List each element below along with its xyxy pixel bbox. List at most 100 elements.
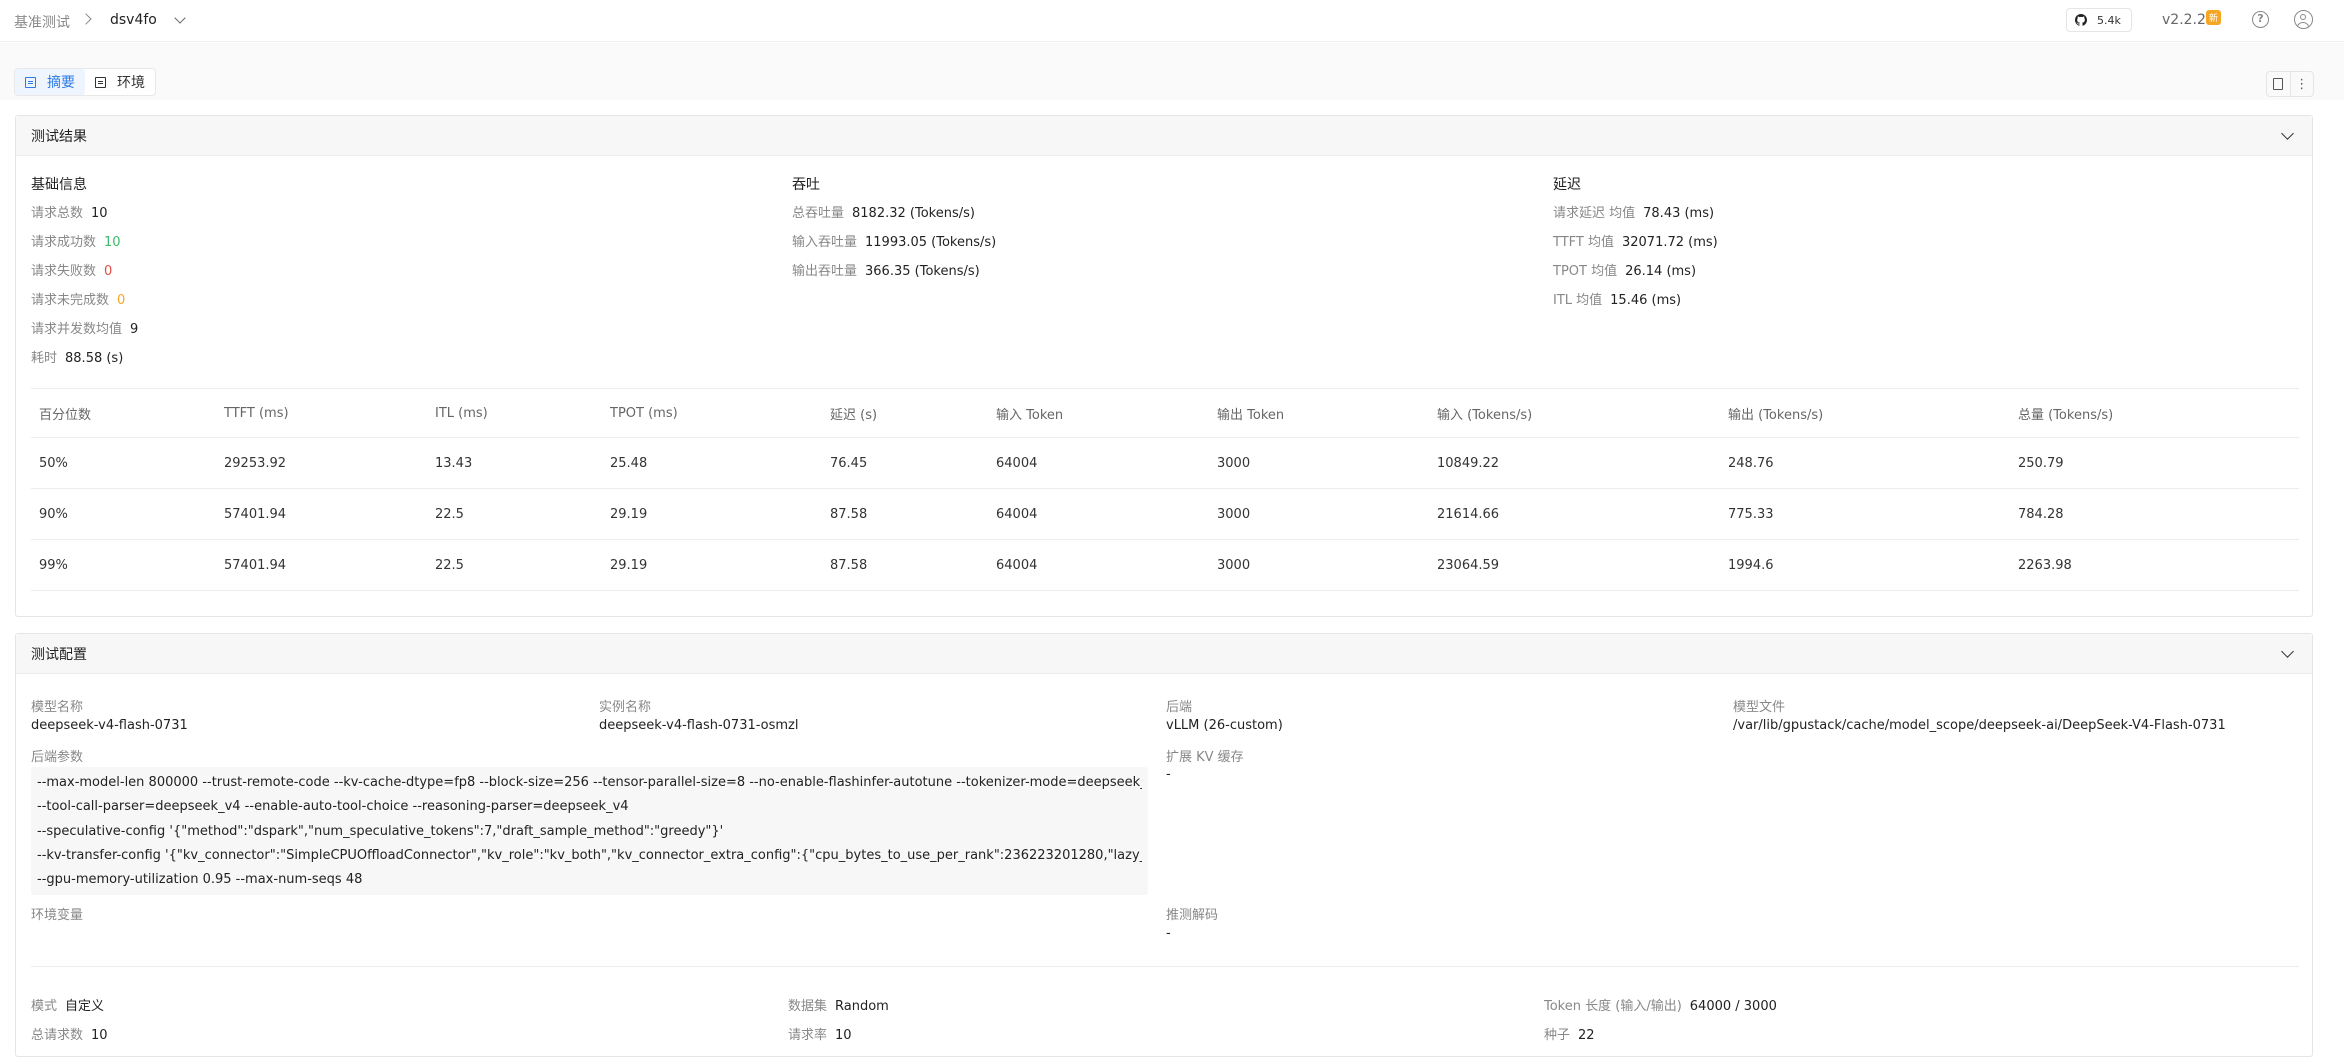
backend-args-line: --tool-call-parser=deepseek_v4 --enable-… (37, 799, 629, 815)
request-rate-field: 请求率 10 (788, 1028, 852, 1043)
new-badge: 新 (2206, 10, 2222, 25)
view-tabs: 摘要 环境 (14, 68, 156, 96)
table-cell: 87.58 (822, 539, 988, 591)
table-cell: 76.45 (822, 437, 988, 489)
column-header: 百分位数 (31, 388, 216, 438)
kv-cache-label: 扩展 KV 缓存 (1166, 750, 1244, 765)
tab-summary[interactable]: 摘要 (15, 69, 85, 95)
stat-total-requests: 请求总数 10 (31, 206, 108, 221)
stat-incomplete-requests: 请求未完成数 0 (31, 293, 126, 308)
chevron-down-icon[interactable] (2281, 127, 2294, 140)
export-button[interactable] (2267, 72, 2290, 96)
table-cell: 22.5 (427, 488, 602, 540)
table-cell: 64004 (988, 488, 1209, 540)
table-cell: 29.19 (602, 488, 822, 540)
breadcrumb-root[interactable]: 基准测试 (14, 12, 70, 32)
tab-environment[interactable]: 环境 (85, 69, 155, 95)
column-header: 输入 (Tokens/s) (1429, 388, 1720, 438)
results-panel-title: 测试结果 (31, 128, 87, 145)
more-vertical-icon: ⋮ (2295, 76, 2309, 92)
stat-avg-ttft: TTFT 均值 32071.72 (ms) (1553, 235, 1718, 250)
chevron-down-icon[interactable] (174, 12, 186, 24)
backend-label: 后端 (1166, 700, 1193, 715)
mode-field: 模式 自定义 (31, 999, 105, 1014)
config-panel: 测试配置 模型名称 deepseek-v4-flash-0731 实例名称 de… (15, 633, 2313, 1057)
breadcrumb-current[interactable]: dsv4fo (110, 12, 157, 28)
table-cell: 3000 (1209, 488, 1429, 540)
github-stars-button[interactable]: 5.4k (2066, 8, 2132, 32)
stat-avg-concurrency: 请求并发数均值 9 (31, 322, 139, 337)
stat-total-throughput: 总吞吐量 8182.32 (Tokens/s) (792, 206, 975, 221)
table-cell: 248.76 (1720, 437, 2010, 489)
table-cell: 90% (31, 488, 216, 540)
backend-value: vLLM (26-custom) (1166, 718, 1283, 733)
instance-name-label: 实例名称 (599, 700, 652, 715)
seed-field: 种子 22 (1544, 1028, 1595, 1043)
model-file-label: 模型文件 (1733, 700, 1786, 715)
summary-icon (25, 76, 36, 88)
stat-avg-tpot: TPOT 均值 26.14 (ms) (1553, 264, 1697, 279)
column-header: 延迟 (s) (822, 388, 988, 438)
table-cell: 64004 (988, 437, 1209, 489)
github-icon (2075, 14, 2087, 26)
config-panel-title: 测试配置 (31, 646, 87, 663)
column-header: 总量 (Tokens/s) (2010, 388, 2299, 438)
column-header: 输入 Token (988, 388, 1209, 438)
kv-cache-value: - (1166, 767, 1171, 782)
table-row: 90% 57401.94 22.5 29.19 87.58 64004 3000… (31, 488, 2299, 540)
stat-output-throughput: 输出吞吐量 366.35 (Tokens/s) (792, 264, 980, 279)
column-header: ITL (ms) (427, 388, 602, 438)
table-cell: 29253.92 (216, 437, 427, 489)
table-cell: 1994.6 (1720, 539, 2010, 591)
table-row: 99% 57401.94 22.5 29.19 87.58 64004 3000… (31, 539, 2299, 591)
column-header: TTFT (ms) (216, 388, 427, 438)
version-label[interactable]: v2.2.2 (2162, 12, 2206, 28)
table-cell: 13.43 (427, 437, 602, 489)
chevron-down-icon[interactable] (2281, 645, 2294, 658)
user-avatar-icon[interactable] (2294, 10, 2313, 29)
table-cell: 3000 (1209, 437, 1429, 489)
backend-args-line: --kv-transfer-config '{"kv_connector":"S… (37, 847, 1142, 863)
table-cell: 775.33 (1720, 488, 2010, 540)
divider (31, 966, 2299, 967)
stat-duration: 耗时 88.58 (s) (31, 351, 124, 366)
backend-args-line: --speculative-config '{"method":"dspark"… (37, 823, 724, 839)
document-icon (2273, 78, 2284, 90)
tab-band (0, 43, 2344, 100)
stat-avg-itl: ITL 均值 15.46 (ms) (1553, 293, 1682, 308)
results-panel: 测试结果 基础信息 请求总数 10 请求成功数 10 请求失败数 0 请求未完成数 0 … (15, 115, 2313, 617)
spec-decode-value: - (1166, 926, 1171, 941)
table-cell: 57401.94 (216, 488, 427, 540)
model-name-value: deepseek-v4-flash-0731 (31, 718, 188, 733)
table-cell: 21614.66 (1429, 488, 1720, 540)
environment-icon (95, 76, 106, 88)
results-panel-header[interactable]: 测试结果 (16, 116, 2312, 156)
table-cell: 29.19 (602, 539, 822, 591)
config-panel-header[interactable]: 测试配置 (16, 634, 2312, 674)
stat-failed-requests: 请求失败数 0 (31, 264, 113, 279)
table-cell: 2263.98 (2010, 539, 2299, 591)
chevron-right-icon (80, 13, 92, 25)
stat-avg-latency: 请求延迟 均值 78.43 (ms) (1553, 206, 1715, 221)
basic-info-title: 基础信息 (31, 177, 87, 193)
env-vars-label: 环境变量 (31, 908, 84, 923)
tab-summary-label: 摘要 (47, 75, 75, 91)
dataset-field: 数据集 Random (788, 999, 889, 1014)
help-icon[interactable]: ? (2252, 11, 2269, 28)
table-cell: 87.58 (822, 488, 988, 540)
table-row: 50% 29253.92 13.43 25.48 76.45 64004 300… (31, 437, 2299, 489)
column-header: 输出 Token (1209, 388, 1429, 438)
model-file-value: /var/lib/gpustack/cache/model_scope/deep… (1733, 718, 2226, 733)
model-name-label: 模型名称 (31, 700, 84, 715)
table-cell: 64004 (988, 539, 1209, 591)
backend-args-line: --max-model-len 800000 --trust-remote-co… (37, 775, 1142, 790)
column-header: TPOT (ms) (602, 388, 822, 438)
table-cell: 57401.94 (216, 539, 427, 591)
more-button[interactable]: ⋮ (2289, 72, 2314, 96)
table-cell: 3000 (1209, 539, 1429, 591)
table-cell: 25.48 (602, 437, 822, 489)
tab-environment-label: 环境 (117, 75, 145, 91)
throughput-title: 吞吐 (792, 177, 820, 193)
latency-title: 延迟 (1553, 177, 1581, 193)
percentile-table: 百分位数 TTFT (ms) ITL (ms) TPOT (ms) 延迟 (s)… (31, 388, 2299, 591)
